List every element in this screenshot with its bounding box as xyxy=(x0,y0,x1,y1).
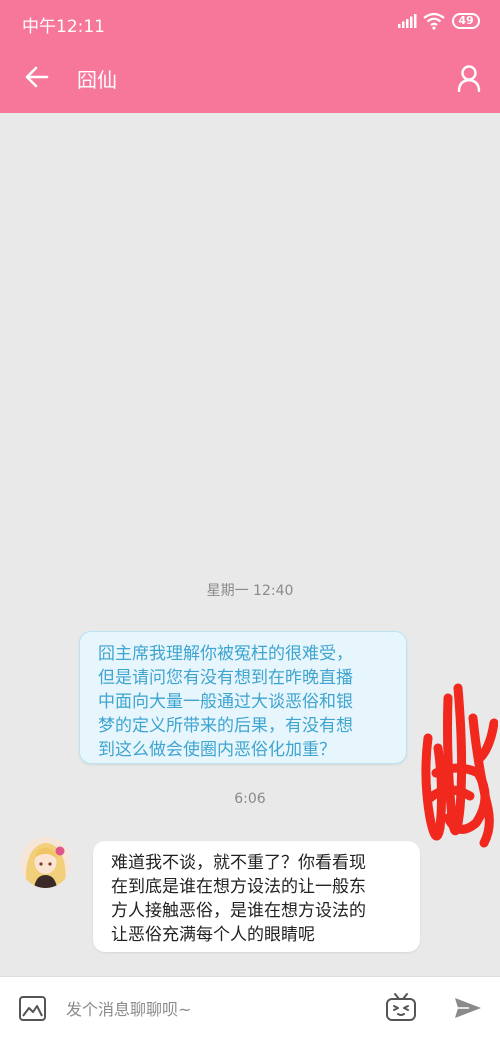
image-icon[interactable] xyxy=(18,994,47,1023)
redaction-scribble xyxy=(421,683,498,848)
message-line: 到这么做会使圈内恶俗化加重？ xyxy=(98,740,336,760)
send-icon[interactable] xyxy=(453,995,483,1021)
status-bar: 中午12:11 49 xyxy=(0,0,500,44)
message-line: 让恶俗充满每个人的眼睛呢 xyxy=(111,925,315,945)
wifi-icon xyxy=(423,12,445,30)
message-line: 方人接触恶俗，是谁在想方设法的 xyxy=(111,901,366,921)
status-time: 中午12:11 xyxy=(22,17,105,37)
message-input[interactable] xyxy=(64,991,368,1027)
conversation-title: 囧仙 xyxy=(77,68,117,92)
battery-icon: 49 xyxy=(452,13,480,29)
message-line: 梦的定义所带来的后果，有没有想 xyxy=(98,716,353,736)
message-line: 中面向大量一般通过大谈恶俗和银 xyxy=(98,692,353,712)
message-timestamp: 星期一 12:40 xyxy=(206,583,294,599)
message-line: 在到底是谁在想方设法的让一般东 xyxy=(111,877,366,897)
avatar-illustration xyxy=(20,837,71,888)
message-input-bar xyxy=(0,976,500,1041)
message-line: 囧主席我理解你被冤枉的很难受， xyxy=(98,644,353,664)
message-line: 难道我不谈，就不重了？你看看现 xyxy=(111,853,366,873)
chat-area[interactable]: 星期一 12:40 囧主席我理解你被冤枉的很难受， 但是请问您有没有想到在昨晚直… xyxy=(0,113,500,976)
contact-avatar[interactable] xyxy=(20,837,71,888)
user-profile-icon[interactable] xyxy=(456,64,482,92)
emoji-tv-icon[interactable] xyxy=(385,991,417,1023)
nav-bar: 囧仙 xyxy=(0,44,500,113)
message-timestamp: 6:06 xyxy=(234,791,266,807)
message-line: 但是请问您有没有想到在昨晚直播 xyxy=(98,668,353,688)
back-arrow-icon[interactable] xyxy=(24,64,50,90)
outgoing-message-bubble[interactable]: 囧主席我理解你被冤枉的很难受， 但是请问您有没有想到在昨晚直播 中面向大量一般通… xyxy=(79,631,407,764)
top-bar: 中午12:11 49 囧仙 xyxy=(0,0,500,113)
incoming-message-bubble[interactable]: 难道我不谈，就不重了？你看看现 在到底是谁在想方设法的让一般东 方人接触恶俗，是… xyxy=(93,841,420,952)
signal-icon xyxy=(398,14,417,28)
